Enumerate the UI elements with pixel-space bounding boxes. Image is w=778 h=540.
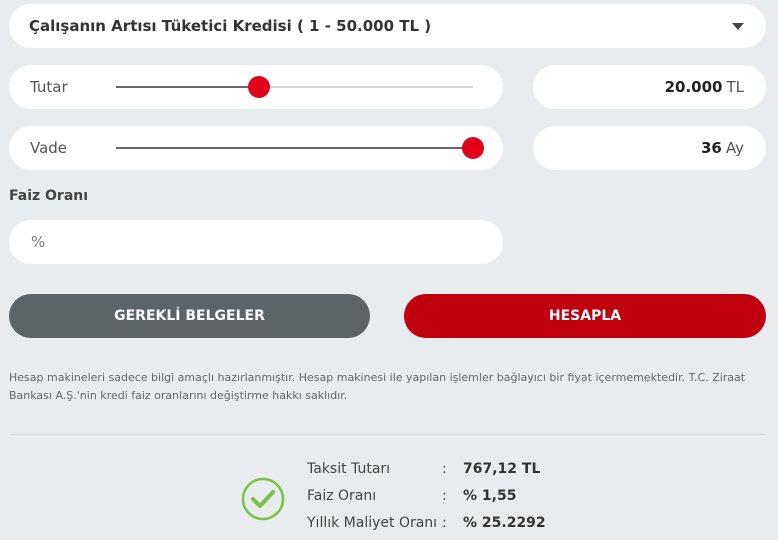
amount-value: 20.000 [664, 78, 723, 96]
term-slider-fill [116, 147, 473, 149]
term-value-box[interactable]: 36 Ay [533, 126, 766, 170]
amount-label: Tutar [30, 78, 68, 96]
term-slider-thumb[interactable] [462, 137, 484, 159]
term-slider-box: Vade [9, 126, 503, 170]
amount-slider-track[interactable] [116, 76, 473, 98]
result-value: 767,12 TL [463, 461, 541, 477]
result-label: Faiz Oranı [307, 488, 377, 504]
interest-rate-input[interactable] [9, 220, 503, 264]
chevron-down-icon[interactable] [732, 23, 744, 30]
amount-slider-thumb[interactable] [247, 76, 270, 98]
term-slider-track[interactable] [116, 137, 484, 159]
amount-slider-fill [116, 86, 259, 88]
divider [9, 434, 766, 435]
disclaimer-text: Hesap makineleri sadece bilgi amaçlı haz… [9, 371, 746, 402]
loan-type-select[interactable]: Çalışanın Artısı Tüketici Kredisi ( 1 - … [9, 4, 766, 48]
result-value: % 1,55 [463, 488, 517, 504]
result-value: % 25.2292 [463, 515, 546, 531]
calculate-button[interactable]: HESAPLA [404, 294, 766, 338]
check-circle-icon [241, 477, 285, 521]
result-label: Taksit Tutarı [307, 461, 391, 477]
term-label: Vade [30, 139, 68, 157]
amount-slider-box: Tutar [9, 65, 503, 109]
result-label: Yıllık Maliyet Oranı [307, 515, 438, 531]
term-value: 36 [701, 139, 722, 157]
loan-type-value: Çalışanın Artısı Tüketici Kredisi ( 1 - … [29, 17, 432, 35]
amount-value-box[interactable]: 20.000 TL [533, 65, 766, 109]
interest-input-box [9, 220, 503, 264]
interest-label: Faiz Oranı [9, 188, 89, 204]
term-unit: Ay [725, 139, 744, 157]
amount-unit: TL [726, 78, 744, 96]
required-documents-button[interactable]: GEREKLİ BELGELER [9, 294, 370, 338]
